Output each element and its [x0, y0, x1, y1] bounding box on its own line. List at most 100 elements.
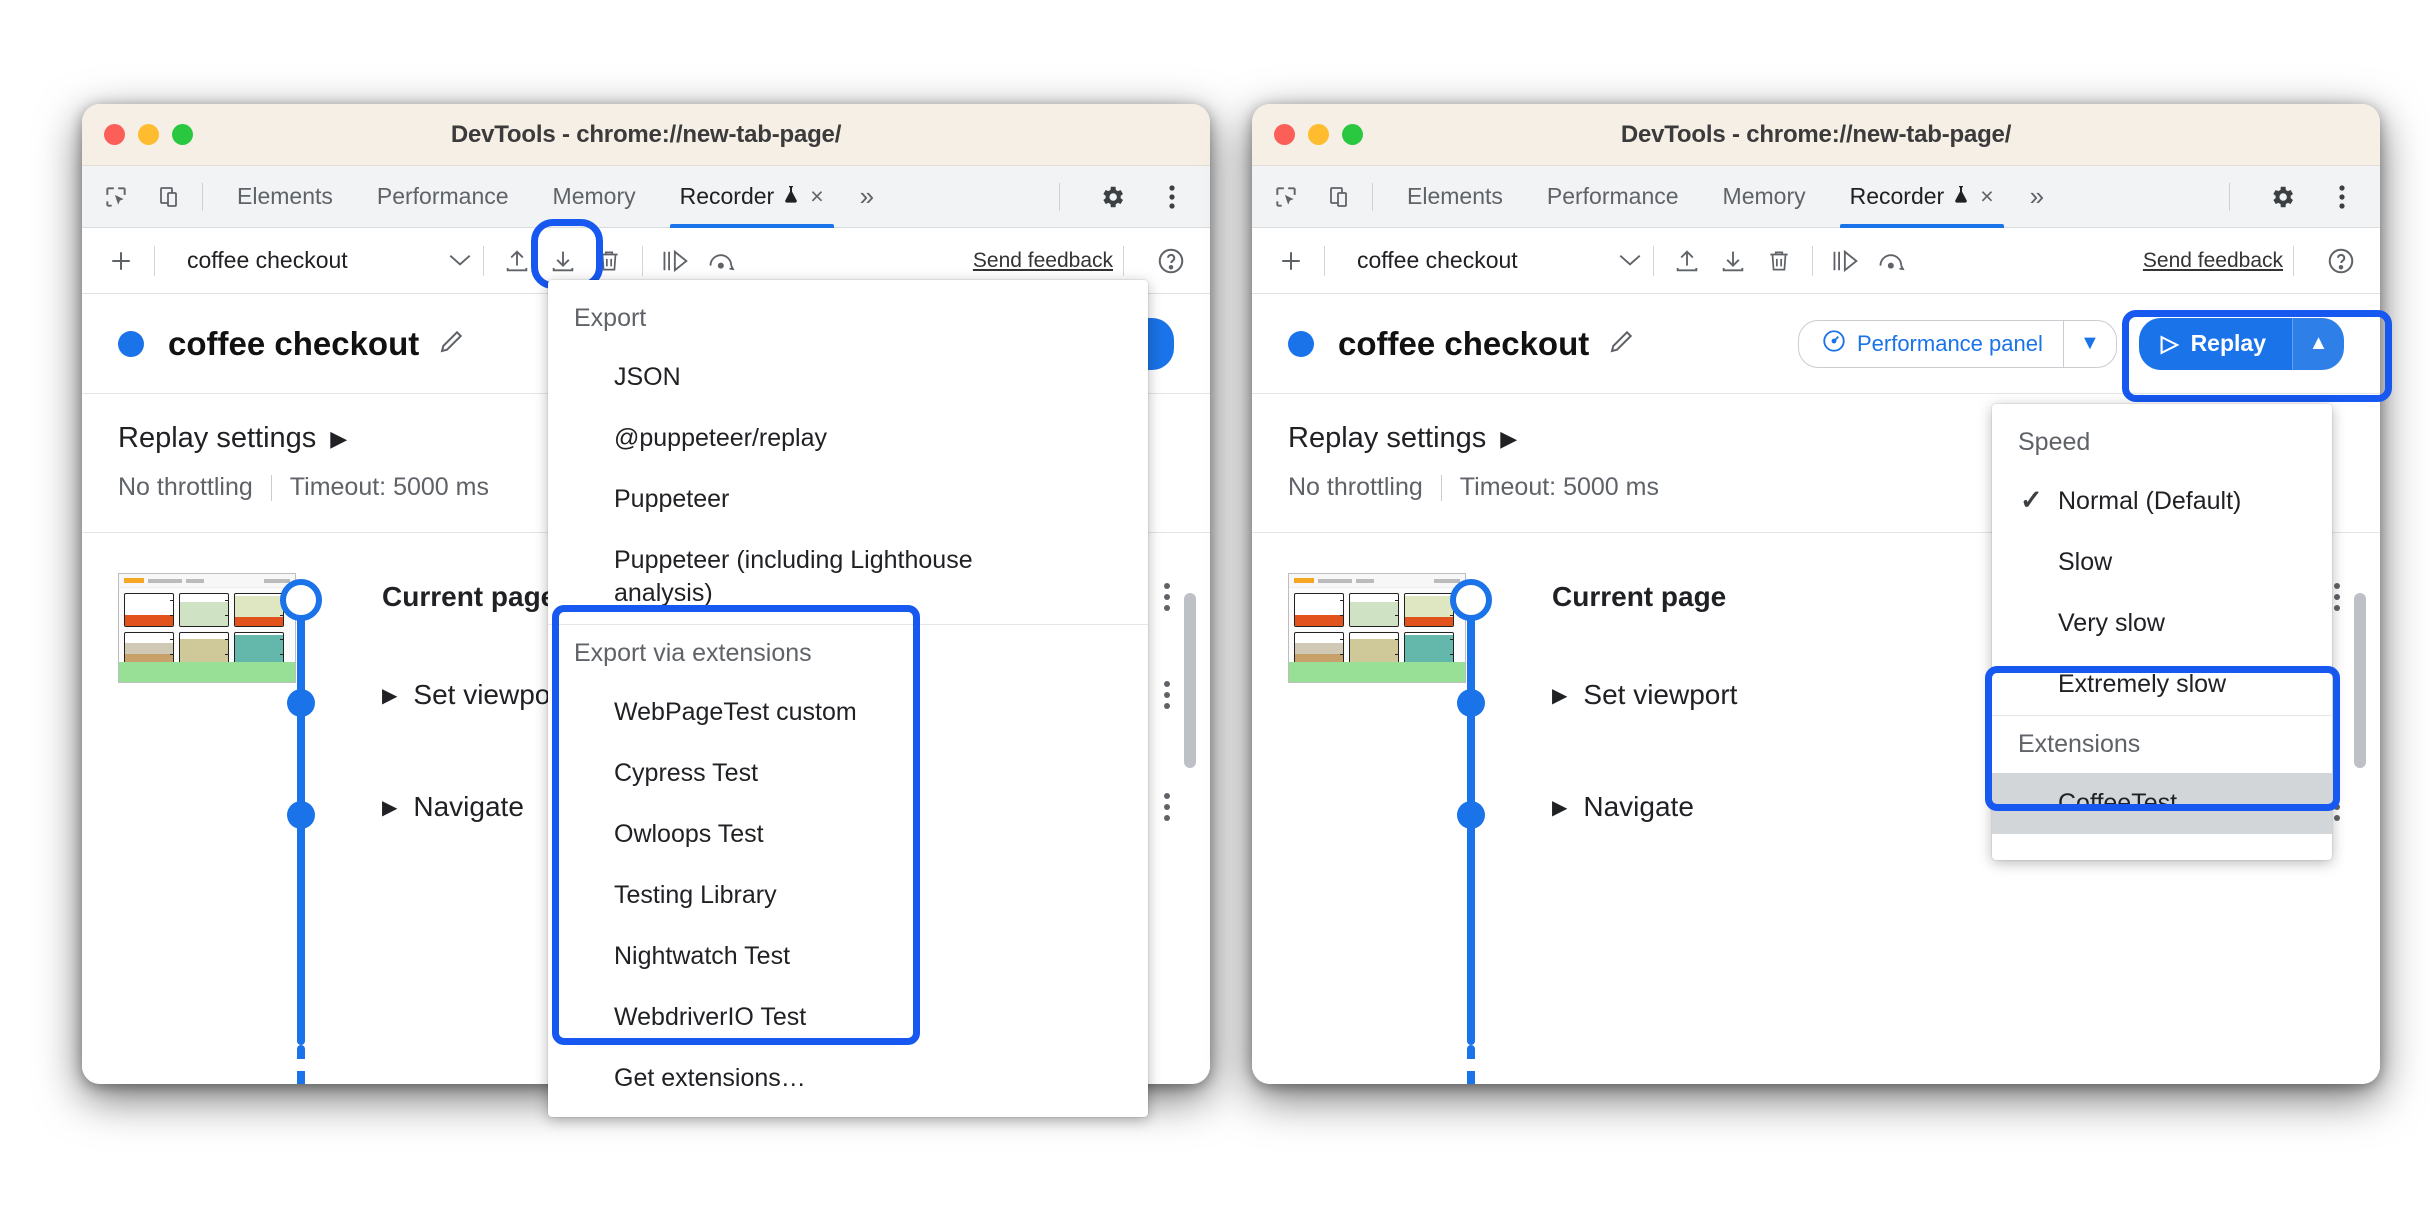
export-menu-item-owloops[interactable]: Owloops Test [548, 804, 1148, 865]
delete-recording-icon[interactable] [586, 238, 632, 284]
step-menu-icon[interactable] [1164, 681, 1170, 709]
slow-replay-icon[interactable] [699, 238, 745, 284]
import-recording-icon[interactable] [494, 238, 540, 284]
tab-performance[interactable]: Performance [355, 166, 531, 228]
performance-panel-button[interactable]: Performance panel [1797, 319, 2063, 368]
thumbnail-cup [124, 593, 174, 627]
more-tabs-icon[interactable]: » [2016, 181, 2058, 212]
inspect-element-icon[interactable] [1266, 177, 1306, 217]
export-recording-icon[interactable] [540, 238, 586, 284]
step-menu-icon[interactable] [2334, 681, 2340, 709]
export-menu-item-nightwatch[interactable]: Nightwatch Test [548, 926, 1148, 987]
thumbnail-header [1289, 574, 1465, 588]
replay-speed-dropdown-menu[interactable]: Speed Normal (Default) Slow Very slow Ex… [1992, 404, 2332, 860]
step-by-step-replay-icon[interactable] [1823, 238, 1869, 284]
expand-settings-icon: ▶ [1500, 425, 1518, 451]
gear-icon[interactable] [1092, 177, 1132, 217]
screenshot-canvas: DevTools - chrome://new-tab-page/ Elemen… [0, 0, 2430, 1232]
chevron-down-icon [447, 248, 473, 274]
thumbnail-cup [1349, 632, 1399, 666]
export-menu-section-extensions: Export via extensions [548, 624, 1148, 682]
tab-close-icon[interactable]: × [1980, 183, 1993, 210]
performance-panel-group[interactable]: Performance panel ▼ [1797, 319, 2117, 368]
device-toolbar-icon[interactable] [150, 177, 190, 217]
add-recording-icon[interactable] [98, 238, 144, 284]
more-options-icon[interactable] [2322, 177, 2362, 217]
steps-scrollbar[interactable] [2354, 593, 2366, 768]
replay-button[interactable]: ▷ Replay [2138, 317, 2292, 370]
expand-settings-icon: ▶ [330, 425, 348, 451]
export-menu-item-puppeteer[interactable]: Puppeteer [548, 469, 1148, 530]
speed-menu-item-very-slow[interactable]: Very slow [1992, 593, 2332, 654]
tab-memory[interactable]: Memory [531, 166, 658, 228]
tab-close-icon[interactable]: × [810, 183, 823, 210]
recording-selector-value: coffee checkout [187, 247, 348, 273]
export-menu-item-json[interactable]: JSON [548, 347, 1148, 408]
step-menu-icon[interactable] [1164, 583, 1170, 611]
step-by-step-replay-icon[interactable] [653, 238, 699, 284]
recording-title: coffee checkout [168, 324, 420, 362]
export-menu-item-cypress[interactable]: Cypress Test [548, 743, 1148, 804]
step-menu-icon[interactable] [2334, 793, 2340, 821]
gear-icon[interactable] [2262, 177, 2302, 217]
help-icon[interactable] [1148, 238, 1194, 284]
recording-selector[interactable]: coffee checkout [1343, 247, 1643, 274]
thumbnail-cup [1349, 593, 1399, 627]
toolbar-divider-3 [642, 245, 643, 276]
thumbnail-cup [1294, 593, 1344, 627]
speed-menu-item-extremely-slow[interactable]: Extremely slow [1992, 654, 2332, 715]
edit-title-pencil-icon[interactable] [1607, 326, 1637, 361]
step-node-set-viewport [287, 689, 315, 717]
tab-elements[interactable]: Elements [1385, 166, 1525, 228]
thumbnail-cup [179, 593, 229, 627]
speed-menu-section-speed: Speed [2018, 428, 2091, 456]
step-expander-icon[interactable]: ▶ [1552, 795, 1567, 820]
send-feedback-link[interactable]: Send feedback [2143, 249, 2283, 273]
speed-menu-item-coffeetest[interactable]: CoffeeTest [1992, 773, 2332, 834]
tab-memory[interactable]: Memory [1701, 166, 1828, 228]
slow-replay-icon[interactable] [1869, 238, 1915, 284]
tab-recorder[interactable]: Recorder × [1828, 166, 2016, 228]
step-node-set-viewport [1457, 689, 1485, 717]
import-recording-icon[interactable] [1664, 238, 1710, 284]
step-expander-icon[interactable]: ▶ [382, 795, 397, 820]
export-menu-item-puppeteer-lighthouse[interactable]: Puppeteer (including Lighthouse analysis… [548, 530, 1148, 624]
speed-menu-item-normal[interactable]: Normal (Default) [1992, 471, 2332, 532]
step-label: Navigate [1583, 791, 1694, 822]
step-label: Set viewport [413, 679, 568, 710]
performance-panel-caret-icon[interactable]: ▼ [2062, 319, 2117, 368]
export-recording-icon[interactable] [1710, 238, 1756, 284]
help-icon[interactable] [2318, 238, 2364, 284]
export-menu-item-testing-library[interactable]: Testing Library [548, 865, 1148, 926]
more-options-icon[interactable] [1152, 177, 1192, 217]
recording-selector[interactable]: coffee checkout [173, 247, 473, 274]
tabbar-actions-divider [1059, 182, 1060, 211]
step-menu-icon[interactable] [1164, 793, 1170, 821]
inspect-element-icon[interactable] [96, 177, 136, 217]
replay-options-caret-icon[interactable]: ▲ [2292, 317, 2344, 370]
step-expander-icon[interactable]: ▶ [1552, 683, 1567, 708]
export-menu-item-webdriverio[interactable]: WebdriverIO Test [548, 987, 1148, 1048]
step-expander-icon[interactable]: ▶ [382, 683, 397, 708]
experiment-flask-icon [782, 183, 800, 210]
export-menu-item-get-extensions[interactable]: Get extensions… [548, 1048, 1148, 1117]
steps-scrollbar[interactable] [1184, 593, 1196, 768]
tab-performance[interactable]: Performance [1525, 166, 1701, 228]
summary-divider [270, 474, 272, 501]
replay-button-group-right[interactable]: ▷ Replay ▲ [2138, 317, 2344, 370]
speed-menu-item-slow[interactable]: Slow [1992, 532, 2332, 593]
export-menu-item-puppeteer-replay[interactable]: @puppeteer/replay [548, 408, 1148, 469]
tab-elements[interactable]: Elements [215, 166, 355, 228]
edit-title-pencil-icon[interactable] [437, 326, 467, 361]
step-menu-icon[interactable] [2334, 583, 2340, 611]
more-tabs-icon[interactable]: » [846, 181, 888, 212]
tab-recorder[interactable]: Recorder × [658, 166, 846, 228]
device-toolbar-icon[interactable] [1320, 177, 1360, 217]
export-menu-item-webpagetest[interactable]: WebPageTest custom [548, 682, 1148, 743]
recording-header-right: coffee checkout Performance panel ▼ ▷ Re… [1252, 294, 2380, 394]
thumbnail-footer-band [119, 662, 295, 682]
export-dropdown-menu[interactable]: Export JSON @puppeteer/replay Puppeteer … [548, 280, 1148, 1117]
send-feedback-link[interactable]: Send feedback [973, 249, 1113, 273]
delete-recording-icon[interactable] [1756, 238, 1802, 284]
add-recording-icon[interactable] [1268, 238, 1314, 284]
